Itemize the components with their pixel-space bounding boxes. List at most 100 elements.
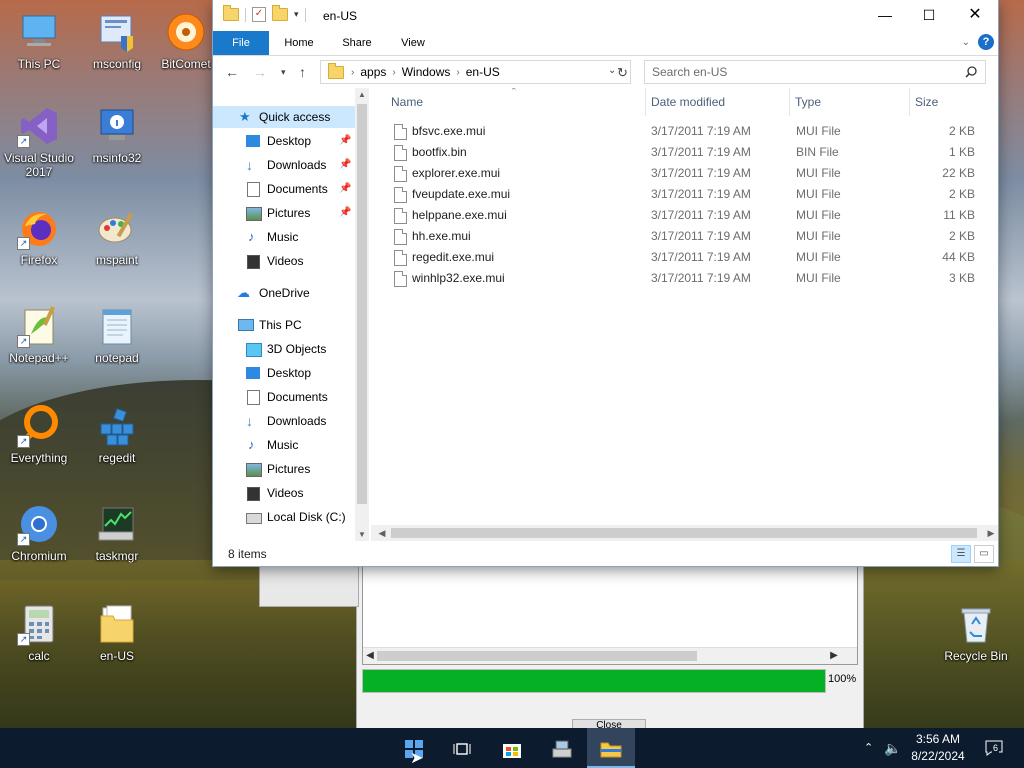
desktop-icon-taskmgr[interactable]: taskmgr: [78, 502, 156, 563]
scroll-up-icon[interactable]: ▲: [355, 90, 369, 99]
file-explorer-taskbar-button[interactable]: [587, 728, 635, 768]
pin-icon[interactable]: 📌: [339, 202, 351, 224]
notification-center-button[interactable]: 6: [984, 738, 1004, 758]
file-row[interactable]: bfsvc.exe.mui 3/17/2011 7:19 AM MUI File…: [391, 121, 991, 142]
file-row[interactable]: bootfix.bin 3/17/2011 7:19 AM BIN File 1…: [391, 142, 991, 163]
desktop-icon-calc[interactable]: ↗ calc: [0, 602, 78, 663]
navigation-scrollbar[interactable]: ▲ ▼: [355, 88, 369, 541]
scroll-thumb[interactable]: [377, 651, 697, 661]
desktop-icon-mspaint[interactable]: mspaint: [78, 206, 156, 267]
desktop-icon-msconfig[interactable]: msconfig: [78, 10, 156, 71]
address-bar[interactable]: › apps › Windows › en-US ⌄: [320, 60, 631, 84]
refresh-icon[interactable]: ↻: [617, 65, 628, 81]
nav-quick-access[interactable]: ★ Quick access: [213, 106, 355, 128]
nav-pc-downloads[interactable]: ↓ Downloads: [213, 410, 355, 432]
tab-share[interactable]: Share: [335, 31, 379, 55]
recent-locations-icon[interactable]: ▾: [281, 64, 286, 80]
pin-icon[interactable]: 📌: [339, 130, 351, 152]
desktop-icon-msinfo32[interactable]: msinfo32: [78, 104, 156, 165]
properties-icon[interactable]: ✓: [252, 7, 266, 22]
tab-file[interactable]: File: [213, 31, 269, 55]
file-row[interactable]: fveupdate.exe.mui 3/17/2011 7:19 AM MUI …: [391, 184, 991, 205]
up-arrow-icon[interactable]: ↑: [299, 64, 306, 80]
nav-quick-music[interactable]: ♪ Music: [213, 226, 355, 248]
horizontal-scrollbar[interactable]: ◀ ▶: [363, 647, 857, 664]
nav-quick-pictures[interactable]: Pictures 📌: [213, 202, 355, 224]
desktop-icon-recycle-bin[interactable]: Recycle Bin: [936, 602, 1016, 663]
nav-pc-pictures[interactable]: Pictures: [213, 458, 355, 480]
desktop-icon-notepad-plus-plus[interactable]: ↗ Notepad++: [0, 304, 78, 365]
nav-quick-desktop[interactable]: Desktop 📌: [213, 130, 355, 152]
scroll-down-icon[interactable]: ▼: [355, 530, 369, 539]
forward-arrow-icon[interactable]: →: [253, 64, 267, 80]
file-row[interactable]: explorer.exe.mui 3/17/2011 7:19 AM MUI F…: [391, 163, 991, 184]
installer-taskbar-button[interactable]: [538, 728, 586, 768]
large-icons-view-icon[interactable]: ▭: [974, 545, 994, 563]
minimize-button[interactable]: —: [862, 0, 908, 30]
file-list-horizontal-scrollbar[interactable]: ◀ ▶: [371, 525, 998, 541]
customize-toolbar-icon[interactable]: ▾: [294, 9, 299, 20]
pin-icon[interactable]: 📌: [339, 178, 351, 200]
details-view-icon[interactable]: ☰: [951, 545, 971, 563]
pin-icon[interactable]: 📌: [339, 154, 351, 176]
desktop-icon-chromium[interactable]: ↗ Chromium: [0, 502, 78, 563]
desktop-icon-notepad[interactable]: notepad: [78, 304, 156, 365]
desktop-icon-this-pc[interactable]: This PC: [0, 10, 78, 71]
nav-pc-local-disk[interactable]: Local Disk (C:): [213, 506, 355, 528]
file-row[interactable]: hh.exe.mui 3/17/2011 7:19 AM MUI File 2 …: [391, 226, 991, 247]
new-folder-icon[interactable]: [272, 5, 288, 21]
clock[interactable]: 3:56 AM 8/22/2024: [900, 731, 976, 765]
column-separator[interactable]: [909, 88, 910, 116]
log-listbox[interactable]: ◀ ▶: [362, 565, 858, 665]
nav-pc-3d-objects[interactable]: 3D Objects: [213, 338, 355, 360]
help-icon[interactable]: ?: [978, 34, 994, 50]
close-window-button[interactable]: ✕: [952, 0, 998, 30]
file-row[interactable]: regedit.exe.mui 3/17/2011 7:19 AM MUI Fi…: [391, 247, 991, 268]
chevron-down-icon[interactable]: ⌄: [608, 65, 616, 76]
column-separator[interactable]: [789, 88, 790, 116]
column-header-type[interactable]: Type: [795, 88, 821, 116]
volume-muted-icon[interactable]: 🔈: [884, 728, 901, 768]
desktop-icon-firefox[interactable]: ↗ Firefox: [0, 206, 78, 267]
breadcrumb-item[interactable]: apps: [360, 65, 386, 79]
column-header-size[interactable]: Size: [915, 88, 938, 116]
search-box[interactable]: Search en-US: [644, 60, 986, 84]
column-header-name[interactable]: Name: [391, 88, 423, 116]
nav-quick-videos[interactable]: Videos: [213, 250, 355, 272]
scroll-left-icon[interactable]: ◀: [375, 525, 389, 541]
scroll-thumb[interactable]: [391, 528, 977, 538]
nav-quick-documents[interactable]: Documents 📌: [213, 178, 355, 200]
desktop-icon-visual-studio[interactable]: ↗ Visual Studio 2017: [0, 104, 78, 179]
nav-this-pc[interactable]: This PC: [213, 314, 355, 336]
expand-ribbon-icon[interactable]: ⌄: [962, 37, 970, 48]
nav-onedrive[interactable]: ☁ OneDrive: [213, 282, 355, 304]
nav-pc-desktop[interactable]: Desktop: [213, 362, 355, 384]
scroll-right-icon[interactable]: ▶: [827, 648, 841, 664]
search-icon[interactable]: [965, 66, 977, 78]
scroll-thumb[interactable]: [357, 104, 367, 504]
desktop-icon-en-us-folder[interactable]: en-US: [78, 602, 156, 663]
task-view-button[interactable]: [438, 728, 486, 768]
tab-home[interactable]: Home: [277, 31, 321, 55]
show-hidden-icons-icon[interactable]: ⌃: [864, 728, 873, 768]
back-arrow-icon[interactable]: ←: [225, 64, 239, 80]
store-button[interactable]: [488, 728, 536, 768]
nav-pc-videos[interactable]: Videos: [213, 482, 355, 504]
nav-quick-downloads[interactable]: ↓ Downloads 📌: [213, 154, 355, 176]
tab-view[interactable]: View: [391, 31, 435, 55]
maximize-button[interactable]: ☐: [906, 0, 952, 30]
desktop-icon-bitcomet[interactable]: BitComet: [156, 10, 216, 71]
breadcrumb-item[interactable]: en-US: [466, 65, 500, 79]
scroll-right-icon[interactable]: ▶: [984, 525, 998, 541]
desktop-icon-everything[interactable]: ↗ Everything: [0, 404, 78, 465]
column-separator[interactable]: [645, 88, 646, 116]
nav-pc-documents[interactable]: Documents: [213, 386, 355, 408]
nav-pc-music[interactable]: ♪ Music: [213, 434, 355, 456]
desktop-icon-regedit[interactable]: regedit: [78, 404, 156, 465]
search-input[interactable]: Search en-US: [652, 65, 727, 79]
breadcrumb-item[interactable]: Windows: [402, 65, 451, 79]
file-row[interactable]: helppane.exe.mui 3/17/2011 7:19 AM MUI F…: [391, 205, 991, 226]
file-row[interactable]: winhlp32.exe.mui 3/17/2011 7:19 AM MUI F…: [391, 268, 991, 289]
scroll-left-icon[interactable]: ◀: [363, 648, 377, 664]
column-header-date[interactable]: Date modified: [651, 88, 725, 116]
